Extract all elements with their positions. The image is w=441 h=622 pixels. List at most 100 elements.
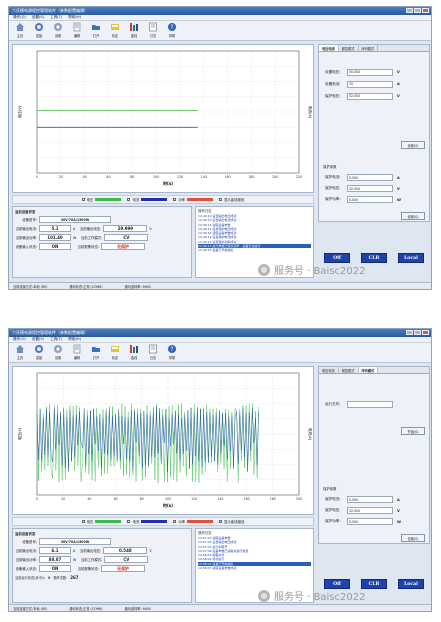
run-file-input[interactable] [347,400,393,408]
protect-power-input[interactable]: 0.000 [347,196,393,203]
x-tick-label: 160 [244,497,250,501]
protect-power-input[interactable]: 0.000 [347,518,393,525]
status-bar: 当前连接方式:本地 (RS) 通讯状态:正常 (COM6) 通讯波特率: 960… [9,604,431,611]
calibrate-tool-button[interactable]: 标定 [108,344,122,361]
local-button[interactable]: Local [398,579,424,589]
wechat-icon [258,263,270,276]
minimize-button[interactable] [406,8,413,13]
x-tick-label: 0 [36,175,38,179]
y-axis-label-left: 电压(V) [17,427,22,440]
svg-text:?: ? [170,346,173,353]
protect-current-input[interactable]: 0.000 [347,496,393,503]
x-tick-label: 220 [296,175,302,179]
help-tool-button[interactable]: ? 帮助 [165,344,179,361]
device-status-panel: 当前设备状态 设备型号: 30V/70A/1500W 当前输出电流: 5.1 A 当前输… [12,206,192,278]
apply-set-button[interactable]: 设置(S) [401,141,425,149]
tab-sequence-mode[interactable]: 序列模式 [359,45,379,51]
local-button[interactable]: Local [398,253,424,263]
work-mode: CV [104,234,149,241]
chart-legend: 电压 电流 功率 显示曲线缩放 [12,195,314,204]
x-tick-label: 140 [201,175,207,179]
voltage-current-chart: 0 20 40 60 80 100 120 140 160 180 200 220 时(s) 电压(V) 电… [17,50,313,186]
curve-icon [130,345,138,353]
tab-program-mode[interactable]: 程控模式 [339,367,359,373]
menu-help[interactable]: 帮助(H) [68,15,81,20]
settings-tool-button[interactable]: 设置 [51,344,65,361]
chart-legend: 电压 电流 功率 显示曲线缩放 [12,517,314,526]
legend-current[interactable]: 电流 [127,519,168,524]
cycle-count: 267 [70,575,79,580]
device-model: 30V/70A/1500W [39,216,111,223]
minimize-button[interactable] [406,330,413,335]
open-tool-button[interactable]: 打开 [89,22,103,39]
legend-voltage[interactable]: 电压 [81,197,122,202]
tab-program-mode[interactable]: 程控模式 [339,45,359,51]
menu-settings[interactable]: 设置(S) [32,337,44,342]
alarm-state: 无保护 [101,565,145,572]
menu-operate[interactable]: 操作(O) [13,337,26,342]
voltage-current-chart: 0 20 40 60 80 100 120 140 160 180 200 时(s) 电压(V) 电流(A… [17,372,313,508]
legend-current[interactable]: 电流 [127,197,168,202]
folder-icon [92,25,100,30]
apply-protect-button[interactable]: 设置(S) [401,212,425,220]
log-tool-button[interactable]: 日志 [146,344,160,361]
connect-tool-button[interactable]: 连接 [32,22,46,39]
set-current-input[interactable]: 70 [347,80,393,88]
menu-operate[interactable]: 操作(O) [13,15,26,20]
legend-voltage[interactable]: 电压 [81,519,122,524]
close-button[interactable] [422,330,429,335]
curve-tool-button[interactable]: 曲线 [127,344,141,361]
edit-tool-button[interactable]: 编辑 [70,344,84,361]
edit-icon [73,22,81,32]
maximize-button[interactable] [414,8,421,13]
tab-sequence-mode[interactable]: 序列模式 [358,367,379,373]
connect-icon [35,345,43,353]
menu-settings[interactable]: 设置(S) [32,15,44,20]
output-current: 5.1 [39,225,71,232]
calibrate-tool-button[interactable]: 标定 [108,22,122,39]
menu-tools[interactable]: 工具(T) [50,337,62,342]
status-title: 当前设备状态 [15,210,36,214]
protect-voltage2-input[interactable]: 32.000 [347,185,393,192]
help-tool-button[interactable]: ? 帮助 [165,22,179,39]
x-tick-label: 60 [106,175,110,179]
apply-protect-button[interactable]: 设置(S) [401,534,425,542]
legend-power[interactable]: 功率 [173,519,213,524]
status-connection: 当前连接方式:本地 (RS) [13,284,48,289]
home-tool-button[interactable]: 主页 [13,344,27,361]
x-tick-label: 80 [140,497,144,501]
curve-tool-button[interactable]: 曲线 [127,22,141,39]
tab-voltage-current[interactable]: 电压电流 [319,45,339,51]
series-line [36,407,259,473]
connect-icon [35,23,43,31]
settings-tool-button[interactable]: 设置 [51,22,65,39]
protect-voltage-input[interactable]: 32.000 [347,92,393,100]
output-current: 6.1 [39,547,71,554]
protect-current-input[interactable]: 0.000 [347,174,393,181]
tab-voltage-current[interactable]: 电压电流 [319,367,339,373]
y-axis-label-left: 电压(V) [17,105,22,118]
start-button[interactable]: 开始(S) [401,427,425,435]
svg-text:?: ? [170,24,173,31]
protect-voltage-input[interactable]: 32.000 [347,507,393,514]
maximize-button[interactable] [414,330,421,335]
home-tool-button[interactable]: 主页 [13,22,27,39]
set-voltage-input[interactable]: 30.000 [347,68,393,76]
open-tool-button[interactable]: 打开 [89,344,103,361]
x-tick-label: 180 [270,497,276,501]
legend-power[interactable]: 功率 [173,197,213,202]
legend-auto-scale[interactable]: 显示曲线缩放 [219,197,244,202]
status-baud: 通讯波特率: 9600 [124,284,151,289]
connect-tool-button[interactable]: 连接 [32,344,46,361]
menu-tools[interactable]: 工具(T) [50,15,62,20]
input-state: ON [39,565,71,572]
x-tick-label: 20 [59,175,63,179]
device-status-panel: 当前设备状态 设备型号: 30V/70A/1500W 当前输出电流: 6.1 A 当前输… [12,528,192,603]
run-state-value: 0 [48,575,51,580]
edit-tool-button[interactable]: 编辑 [70,22,84,39]
help-icon: ? [168,345,176,353]
log-tool-button[interactable]: 日志 [146,22,160,39]
legend-auto-scale[interactable]: 显示曲线缩放 [219,519,244,524]
close-button[interactable] [422,8,429,13]
menu-help[interactable]: 帮助(H) [68,337,81,342]
